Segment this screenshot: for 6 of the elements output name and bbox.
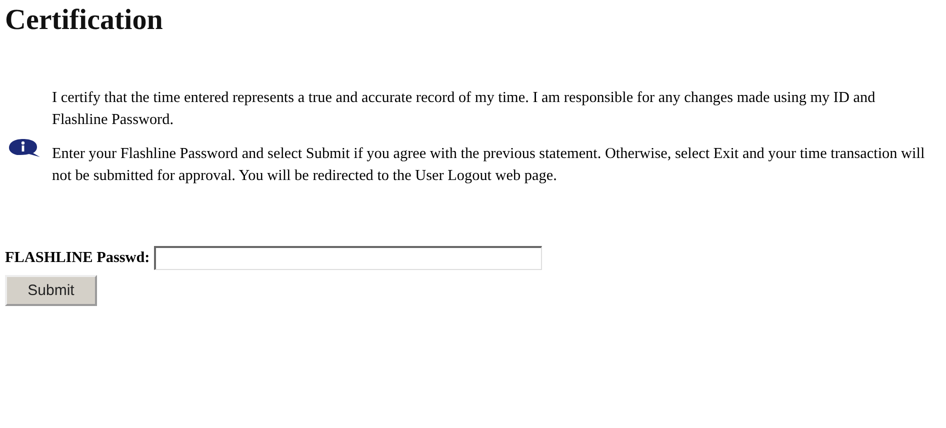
certification-statement: I certify that the time entered represents a true and accurate record of my time. I am responsible for any changes made using my ID and Flashline Password. [52,88,876,130]
info-message: Enter your Flashline Password and select Submit if you agree with the previous statement. Otherwise, select Exit and your time transaction will not be submitted for approval. You will be redirected to the User Logout web page. [52,144,926,186]
submit-button[interactable]: Submit [5,275,97,306]
password-label: FLASHLINE Passwd: [5,249,150,267]
password-field[interactable] [154,246,542,270]
page-heading: Certification [5,4,163,37]
